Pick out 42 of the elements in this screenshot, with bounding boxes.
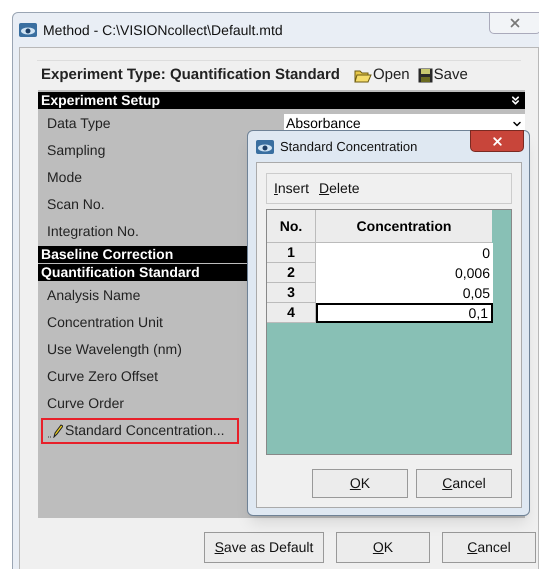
row-number: 3 — [267, 283, 316, 303]
standard-concentration-button[interactable]: Standard Concentration... — [41, 418, 239, 444]
dialog-title: Standard Concentration — [280, 138, 418, 156]
concentration-cell[interactable]: 0 — [316, 243, 493, 263]
property-label: Scan No. — [47, 195, 105, 214]
concentration-cell[interactable]: 0,1 — [316, 303, 493, 323]
close-icon — [508, 16, 522, 30]
property-label: Sampling — [47, 141, 106, 160]
property-label: Use Wavelength (nm) — [47, 340, 182, 359]
row-number: 4 — [267, 303, 316, 323]
property-label: Curve Order — [47, 394, 124, 413]
toolbar-button[interactable]: Open — [354, 64, 410, 87]
dialog-button[interactable]: OK — [336, 532, 430, 563]
dialog-button[interactable]: Save as Default — [204, 532, 324, 563]
section-header[interactable]: Experiment Setup — [38, 92, 525, 109]
close-icon — [490, 134, 504, 148]
toolbar-button[interactable]: Insert — [274, 178, 310, 199]
window-title: Method - C:\VISIONcollect\Default.mtd — [43, 20, 283, 40]
row-number: 1 — [267, 243, 316, 263]
dialog-button[interactable]: OK — [312, 469, 408, 498]
property-label: Data Type — [47, 114, 111, 133]
concentration-cell[interactable]: 0,05 — [316, 283, 493, 303]
column-header: No. — [267, 210, 316, 243]
toolbar-button[interactable]: Delete — [319, 178, 360, 199]
dialog-button[interactable]: Cancel — [416, 469, 512, 498]
property-label: Concentration Unit — [47, 313, 163, 332]
close-button[interactable] — [470, 130, 524, 152]
dialog-button[interactable]: Cancel — [442, 532, 536, 563]
eye-icon — [256, 140, 274, 154]
property-label: Integration No. — [47, 222, 139, 241]
pencil-icon — [47, 424, 63, 438]
row-number: 2 — [267, 263, 316, 283]
property-label: Mode — [47, 168, 82, 187]
experiment-type-label: Experiment Type: Quantification Standard — [41, 65, 340, 86]
eye-icon — [19, 23, 37, 37]
collapse-icon[interactable] — [509, 94, 522, 107]
column-header: Concentration — [316, 210, 492, 243]
property-label: Analysis Name — [47, 286, 140, 305]
concentration-cell[interactable]: 0,006 — [316, 263, 493, 283]
toolbar-button[interactable]: Save — [418, 64, 468, 87]
property-label: Curve Zero Offset — [47, 367, 158, 386]
folder-icon — [354, 68, 372, 83]
